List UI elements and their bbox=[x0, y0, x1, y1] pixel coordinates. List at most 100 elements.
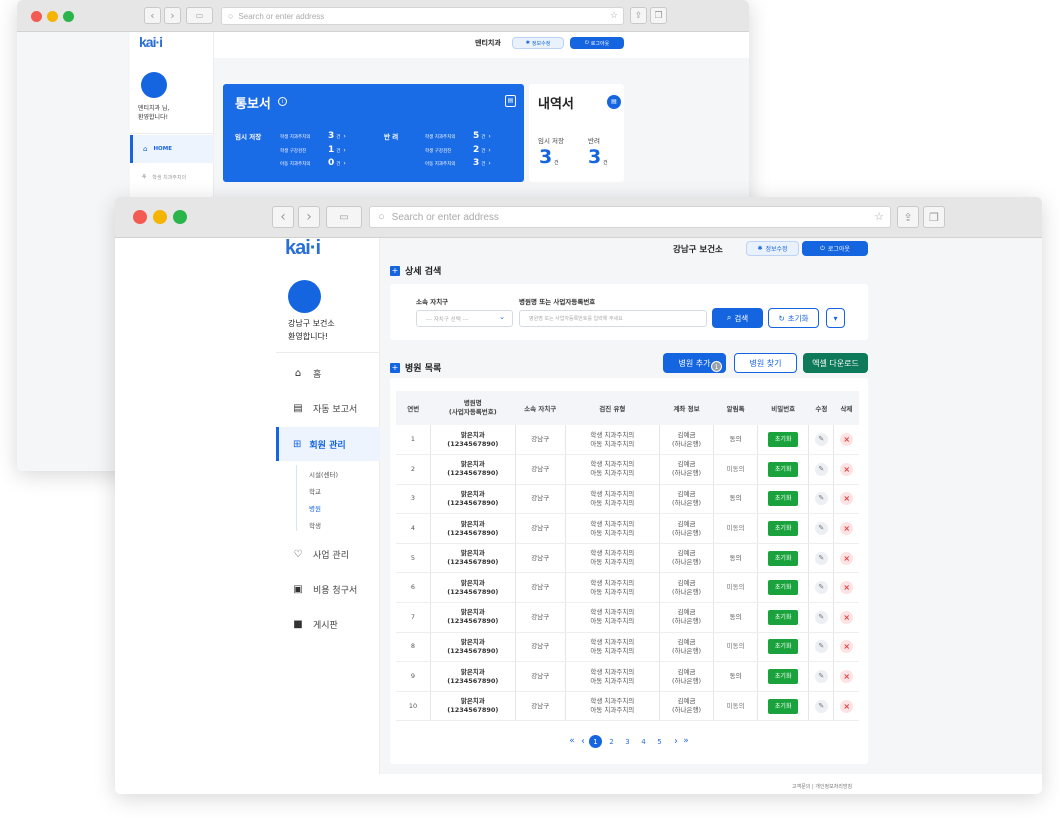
pencil-icon[interactable]: ✎ bbox=[814, 551, 828, 565]
page-2[interactable]: 2 bbox=[605, 735, 618, 748]
password-reset-button[interactable]: 초기화 bbox=[767, 669, 799, 685]
menu-auto-report[interactable]: ▤ 자동 보고서 bbox=[292, 402, 357, 415]
delete-x-icon[interactable]: × bbox=[840, 551, 854, 565]
share-icon[interactable]: ⇪ bbox=[630, 7, 647, 24]
password-reset-button[interactable]: 초기화 bbox=[767, 698, 799, 714]
page-4[interactable]: 4 bbox=[637, 735, 650, 748]
first-page-icon[interactable]: « bbox=[567, 734, 577, 748]
star-icon[interactable]: ☆ bbox=[874, 210, 884, 223]
page-5[interactable]: 5 bbox=[653, 735, 666, 748]
hospital-search-input[interactable]: 병원명 또는 사업자등록번호를 입력해 주세요 bbox=[519, 310, 707, 327]
logo[interactable]: kai·i bbox=[285, 237, 321, 260]
sidebar-toggle-icon[interactable]: ▭ bbox=[326, 206, 362, 228]
return-row[interactable]: 학생 구강검진 2 건 › bbox=[425, 145, 491, 155]
delete-x-icon[interactable]: × bbox=[840, 640, 854, 654]
back-arrow-icon[interactable]: ‹ bbox=[272, 206, 294, 228]
footer-links[interactable]: 고객문의 | 개인정보처리방침 bbox=[792, 783, 852, 790]
delete-x-icon[interactable]: × bbox=[840, 492, 854, 506]
password-reset-button[interactable]: 초기화 bbox=[767, 609, 799, 625]
menu-board[interactable]: ■ 게시판 bbox=[292, 618, 338, 631]
temp-row[interactable]: 학생 치과주치의 3 건 › bbox=[280, 131, 346, 141]
maximize-dot[interactable] bbox=[173, 210, 187, 224]
password-reset-button[interactable]: 초기화 bbox=[767, 550, 799, 566]
pencil-icon[interactable]: ✎ bbox=[814, 670, 828, 684]
delete-x-icon[interactable]: × bbox=[840, 581, 854, 595]
col-header-account: 계좌 정보 bbox=[659, 391, 714, 425]
temp-row[interactable]: 아동 치과주치의 0 건 › bbox=[280, 158, 346, 168]
tabs-icon[interactable]: ❐ bbox=[650, 7, 667, 24]
maximize-dot[interactable] bbox=[63, 11, 74, 22]
pencil-icon[interactable]: ✎ bbox=[814, 640, 828, 654]
password-reset-button[interactable]: 초기화 bbox=[767, 521, 799, 537]
delete-x-icon[interactable]: × bbox=[840, 462, 854, 476]
menu-business-mgmt[interactable]: ♡ 사업 관리 bbox=[292, 548, 349, 561]
reset-filter-button[interactable]: ↻ 초기화 bbox=[768, 308, 819, 328]
address-bar[interactable]: ○ Search or enter address ☆ bbox=[369, 206, 891, 228]
edit-info-button[interactable]: ✱ 정보수정 bbox=[746, 241, 799, 256]
last-page-icon[interactable]: » bbox=[681, 734, 691, 748]
pencil-icon[interactable]: ✎ bbox=[814, 581, 828, 595]
pencil-icon[interactable]: ✎ bbox=[814, 462, 828, 476]
logo[interactable]: kai·i bbox=[139, 34, 163, 50]
excel-download-button[interactable]: 엑셀 다운로드 bbox=[803, 353, 868, 373]
page-3[interactable]: 3 bbox=[621, 735, 634, 748]
table-row: 9 맑은치과 (1234567890) 강남구 학생 치과주치의 아동 치과주치의 김예금(… bbox=[396, 661, 859, 692]
delete-x-icon[interactable]: × bbox=[840, 699, 854, 713]
edit-info-button[interactable]: ✱ 정보수정 bbox=[512, 37, 564, 49]
submenu-student[interactable]: 학생 bbox=[309, 520, 321, 530]
delete-x-icon[interactable]: × bbox=[840, 610, 854, 624]
temp-row[interactable]: 학생 구강검진 1 건 › bbox=[280, 145, 346, 155]
password-reset-button[interactable]: 초기화 bbox=[767, 432, 799, 448]
delete-x-icon[interactable]: × bbox=[840, 433, 854, 447]
submenu-school[interactable]: 학교 bbox=[309, 486, 321, 496]
password-reset-button[interactable]: 초기화 bbox=[767, 580, 799, 596]
password-reset-button[interactable]: 초기화 bbox=[767, 639, 799, 655]
info-icon[interactable]: i bbox=[278, 97, 287, 106]
password-reset-button[interactable]: 초기화 bbox=[767, 461, 799, 477]
back-arrow-icon[interactable]: ‹ bbox=[144, 7, 161, 24]
delete-x-icon[interactable]: × bbox=[840, 522, 854, 536]
submenu-facility[interactable]: 시설(센터) bbox=[309, 469, 338, 479]
prev-page-icon[interactable]: ‹ bbox=[578, 734, 588, 748]
region-select[interactable]: --- 자치구 선택 --- ⌄ bbox=[416, 310, 513, 327]
history-temp-unit: 건 bbox=[554, 160, 559, 166]
address-bar[interactable]: ○ Search or enter address ☆ bbox=[221, 7, 624, 25]
password-cell: 초기화 bbox=[757, 425, 810, 456]
menu-billing[interactable]: ▣ 비용 청구서 bbox=[292, 583, 357, 596]
return-row[interactable]: 학생 치과주치의 5 건 › bbox=[425, 131, 491, 141]
delete-x-icon[interactable]: × bbox=[840, 670, 854, 684]
pencil-icon[interactable]: ✎ bbox=[814, 610, 828, 624]
minimize-dot[interactable] bbox=[47, 11, 58, 22]
region-cell: 강남구 bbox=[515, 454, 566, 485]
tabs-icon[interactable]: ❐ bbox=[923, 206, 945, 228]
expand-filter-button[interactable]: ▾ bbox=[826, 308, 845, 328]
forward-arrow-icon[interactable]: › bbox=[164, 7, 181, 24]
find-hospital-button[interactable]: 병원 찾기 bbox=[734, 353, 797, 373]
return-row[interactable]: 아동 치과주치의 3 건 › bbox=[425, 158, 491, 168]
menu-member-mgmt[interactable]: ⊞ 회원 관리 bbox=[276, 427, 380, 461]
pencil-icon[interactable]: ✎ bbox=[814, 522, 828, 536]
password-reset-button[interactable]: 초기화 bbox=[767, 491, 799, 507]
forward-arrow-icon[interactable]: › bbox=[298, 206, 320, 228]
menu-school[interactable]: ⚘ 학생 치과주치의 bbox=[141, 173, 186, 181]
search-icon: ⌕ bbox=[726, 313, 732, 322]
pencil-icon[interactable]: ✎ bbox=[814, 699, 828, 713]
close-dot[interactable] bbox=[133, 210, 147, 224]
share-icon[interactable]: ⇪ bbox=[897, 206, 919, 228]
close-dot[interactable] bbox=[31, 11, 42, 22]
page-1[interactable]: 1 bbox=[589, 735, 602, 748]
next-page-icon[interactable]: › bbox=[671, 734, 681, 748]
sidebar-toggle-icon[interactable]: ▭ bbox=[186, 7, 213, 24]
menu-home[interactable]: ⌂ 홈 bbox=[292, 367, 321, 380]
star-icon[interactable]: ☆ bbox=[610, 10, 618, 21]
search-button[interactable]: ⌕ 검색 bbox=[712, 308, 763, 328]
report-card[interactable]: 통보서 i ▤ 임시 저장 반 려 학생 치과주치의 3 건 › 학생 구강검진 … bbox=[223, 84, 524, 182]
pencil-icon[interactable]: ✎ bbox=[814, 492, 828, 506]
minimize-dot[interactable] bbox=[153, 210, 167, 224]
pencil-icon[interactable]: ✎ bbox=[814, 433, 828, 447]
logout-button[interactable]: ⏻ 로그아웃 bbox=[570, 37, 624, 49]
logout-button[interactable]: ⏻ 로그아웃 bbox=[802, 241, 868, 256]
submenu-hospital[interactable]: 병원 bbox=[309, 503, 321, 513]
menu-home[interactable]: ⌂ HOME bbox=[130, 135, 214, 163]
history-card[interactable]: 내역서 ▤ 임시 저장 반려 3 건 3 건 bbox=[529, 84, 624, 182]
